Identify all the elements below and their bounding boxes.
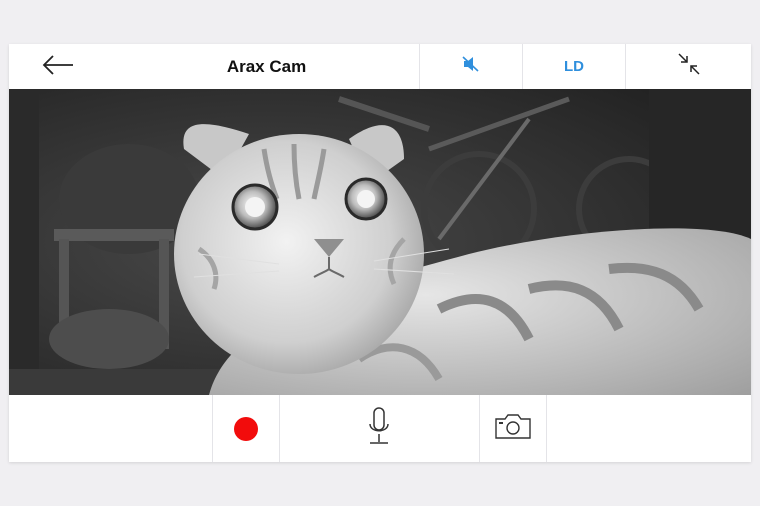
top-toolbar: Arax Cam LD — [9, 44, 751, 89]
night-vision-cat-image — [9, 89, 751, 395]
speaker-muted-icon — [461, 54, 481, 79]
quality-toggle-button[interactable]: LD — [522, 44, 625, 89]
bottom-controls-bar — [9, 395, 751, 462]
control-spacer-right — [546, 395, 751, 462]
quality-label: LD — [564, 58, 584, 75]
collapse-arrows-icon — [677, 52, 701, 81]
arrow-left-icon — [42, 54, 74, 80]
camera-icon — [494, 412, 532, 445]
microphone-icon — [367, 406, 391, 451]
exit-fullscreen-button[interactable] — [625, 44, 752, 89]
record-dot-icon — [234, 416, 258, 441]
live-video-feed[interactable] — [9, 89, 751, 395]
mute-button[interactable] — [419, 44, 522, 89]
camera-viewer-window: Arax Cam LD — [9, 44, 751, 462]
microphone-button[interactable] — [279, 395, 479, 462]
control-spacer-left — [9, 395, 212, 462]
page-title: Arax Cam — [226, 56, 307, 76]
record-button[interactable] — [212, 395, 280, 462]
snapshot-button[interactable] — [479, 395, 547, 462]
back-button[interactable] — [35, 52, 81, 82]
